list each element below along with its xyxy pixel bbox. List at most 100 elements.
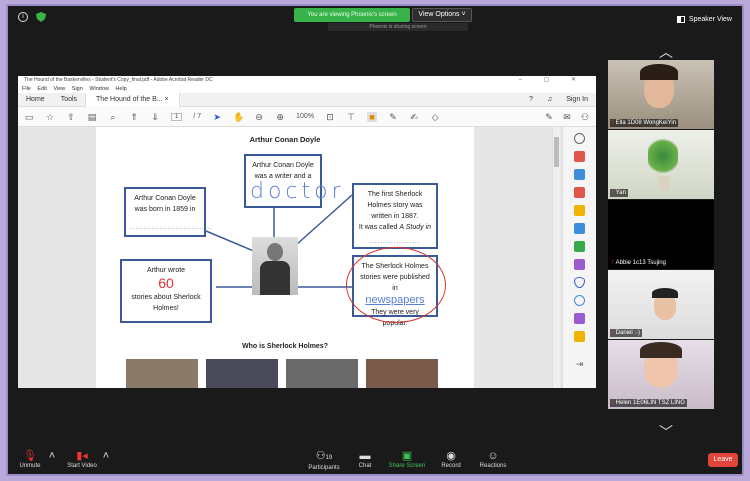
organize-pages-icon[interactable]: [574, 169, 585, 180]
participants-scroll-down-icon[interactable]: ﹀: [659, 422, 673, 442]
menu-view[interactable]: View: [53, 86, 65, 92]
share-screen-icon: ▣: [401, 450, 413, 462]
zoom-out-icon[interactable]: ⊖: [254, 112, 264, 122]
reactions-icon: ☺: [487, 450, 499, 462]
unmute-button[interactable]: 🎙︎ Unmute: [16, 449, 44, 469]
menu-file[interactable]: File: [22, 86, 31, 92]
video-options-caret[interactable]: ˄: [102, 449, 110, 463]
bookmark-star-icon[interactable]: ☆: [45, 112, 55, 122]
zoom-level-select[interactable]: 100%: [296, 113, 314, 120]
chat-button[interactable]: ▬ Chat: [354, 449, 376, 469]
encryption-shield-icon[interactable]: [36, 12, 46, 22]
pen-icon[interactable]: ✎: [388, 112, 398, 122]
participant-hair: [652, 288, 678, 298]
menu-help[interactable]: Help: [115, 86, 126, 92]
speaker-view-button[interactable]: Speaker View: [673, 12, 736, 26]
compress-icon[interactable]: [574, 295, 585, 306]
search-icon[interactable]: ⌕: [108, 112, 118, 122]
share-user-icon[interactable]: ⚇: [580, 112, 590, 122]
share-screen-button[interactable]: ▣ Share Screen: [386, 449, 428, 469]
participants-button[interactable]: ⚇19 Participants: [304, 449, 344, 471]
sherlock-image-4: [366, 359, 438, 388]
portrait-torso: [260, 261, 290, 295]
menu-sign[interactable]: Sign: [72, 86, 83, 92]
pdf-scrollbar[interactable]: [552, 127, 560, 388]
page-down-icon[interactable]: ⇓: [150, 112, 160, 122]
participants-label: Participants: [308, 465, 340, 471]
sign-panel-icon[interactable]: [574, 313, 585, 324]
page-number-input[interactable]: 1: [171, 112, 183, 121]
participant-tile[interactable]: ǃ Abbie 1c13 Tsujing: [608, 200, 714, 269]
protect-icon[interactable]: [574, 277, 585, 288]
participants-count: 19: [325, 455, 333, 461]
create-pdf-icon[interactable]: [574, 151, 585, 162]
fact-box-stories: Arthur wrote 60 stories about Sherlock H…: [120, 259, 212, 323]
participant-name: ǃ Ella 1D08 WongKeiYin: [610, 119, 679, 127]
sherlock-image-3: [286, 359, 358, 388]
acrobat-document-area: Arthur Conan Doyle Arthur Conan Doyle wa…: [18, 127, 596, 388]
tab-document-label: The Hound of the B...: [96, 95, 163, 103]
conan-doyle-portrait: [252, 237, 298, 295]
fact-box-writer: Arthur Conan Doyle was a writer and a do…: [244, 154, 341, 208]
comment-icon[interactable]: ■: [367, 111, 378, 122]
participant-tile[interactable]: ǃ Yan: [608, 130, 714, 199]
scrollbar-thumb[interactable]: [554, 137, 559, 167]
mail-icon[interactable]: ✉: [562, 112, 572, 122]
page-up-icon[interactable]: ⇑: [129, 112, 139, 122]
upload-icon[interactable]: ⇧: [66, 112, 76, 122]
bell-icon[interactable]: ♫: [547, 96, 552, 103]
fill-sign-icon[interactable]: [574, 259, 585, 270]
video-off-icon: ▮◂: [76, 450, 88, 462]
fact-box-born-line1: Arthur Conan Doyle: [134, 195, 196, 202]
tag-icon[interactable]: ◇: [430, 112, 440, 122]
print-icon[interactable]: ▤: [87, 112, 97, 122]
sign-icon[interactable]: ✍: [409, 112, 419, 122]
help-icon[interactable]: ?: [529, 96, 533, 103]
info-icon[interactable]: i: [18, 12, 28, 22]
leave-button[interactable]: Leave: [708, 453, 738, 467]
participant-hair: [640, 342, 682, 358]
reactions-button[interactable]: ☺ Reactions: [476, 449, 510, 469]
tab-close-icon[interactable]: ×: [165, 96, 169, 103]
zoom-in-icon[interactable]: ⊕: [275, 112, 285, 122]
zoom-toolbar: 🎙︎ Unmute ˄ ▮◂ Start Video ˄ ⚇19 Partici…: [8, 447, 742, 474]
menu-window[interactable]: Window: [89, 86, 109, 92]
pdf-page: Arthur Conan Doyle Arthur Conan Doyle wa…: [96, 127, 474, 388]
record-button[interactable]: ◉ Record: [438, 449, 464, 469]
more-tools-icon[interactable]: [574, 331, 585, 342]
combine-files-icon[interactable]: [574, 223, 585, 234]
export-pdf-icon[interactable]: [574, 187, 585, 198]
participant-tile[interactable]: ǃ Daniel :-): [608, 270, 714, 339]
view-options-button[interactable]: View Options ˅: [412, 8, 472, 22]
zoom-tool-icon[interactable]: [574, 133, 585, 144]
fact-box-born: Arthur Conan Doyle was born in 1859 in .…: [124, 187, 212, 237]
select-arrow-icon[interactable]: ➤: [212, 112, 222, 122]
edit-pdf-icon[interactable]: [574, 241, 585, 252]
edit-icon[interactable]: ✎: [544, 112, 554, 122]
comment-panel-icon[interactable]: [574, 205, 585, 216]
participants-icon: ⚇19: [315, 450, 333, 462]
participant-hair: [640, 64, 678, 80]
caret-up-icon: ˄: [48, 450, 56, 462]
acrobat-tabbar-right: ? ♫ Sign In: [529, 96, 588, 103]
start-video-button[interactable]: ▮◂ Start Video: [64, 449, 100, 469]
participant-name-label: Ella 1D08 WongKeiYin: [615, 120, 677, 126]
tab-home[interactable]: Home: [18, 96, 53, 103]
participant-name-label: Helen 1E06LIN TSZ LING: [615, 400, 685, 406]
save-icon[interactable]: ▭: [24, 112, 34, 122]
collapse-panel-icon[interactable]: ⇥: [574, 359, 585, 370]
acrobat-toolbar: ▭ ☆ ⇧ ▤ ⌕ ⇑ ⇓ 1 / 7 ➤ ✋ ⊖ ⊕ 100% ⊡ ⊤ ■ ✎…: [18, 107, 596, 127]
participant-name-label: Daniel :-): [615, 330, 641, 336]
participant-tile[interactable]: ǃ Ella 1D08 WongKeiYin: [608, 60, 714, 129]
fit-page-icon[interactable]: ⊡: [325, 112, 335, 122]
hand-icon[interactable]: ✋: [233, 112, 244, 122]
participants-scroll-up-icon[interactable]: ︿: [659, 42, 673, 62]
muted-mic-icon: ǃ: [612, 260, 614, 266]
participant-tile[interactable]: ǃ Helen 1E06LIN TSZ LING: [608, 340, 714, 409]
tab-tools[interactable]: Tools: [53, 96, 85, 103]
tab-document[interactable]: The Hound of the B... ×: [85, 92, 180, 107]
audio-options-caret[interactable]: ˄: [48, 449, 56, 463]
menu-edit[interactable]: Edit: [37, 86, 46, 92]
highlight-text-icon[interactable]: ⊤: [346, 112, 356, 122]
sign-in-button[interactable]: Sign In: [566, 96, 588, 103]
